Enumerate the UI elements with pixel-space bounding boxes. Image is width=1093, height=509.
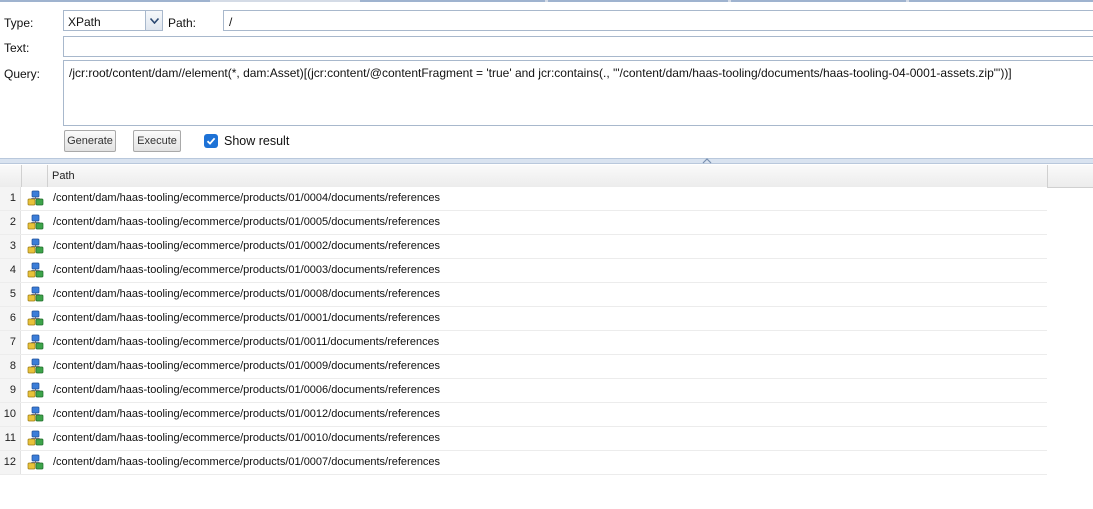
icon-column-header: [21, 165, 48, 187]
tab-indicator: [360, 0, 545, 2]
row-number: 5: [0, 283, 21, 306]
table-row[interactable]: 9/content/dam/haas-tooling/ecommerce/pro…: [0, 379, 1047, 403]
node-icon: [27, 214, 44, 231]
row-path[interactable]: /content/dam/haas-tooling/ecommerce/prod…: [53, 355, 440, 378]
top-tab-strip: [0, 0, 1093, 2]
table-row[interactable]: 6/content/dam/haas-tooling/ecommerce/pro…: [0, 307, 1047, 331]
row-number: 2: [0, 211, 21, 234]
node-icon: [27, 190, 44, 207]
node-icon: [27, 262, 44, 279]
row-number-header: [0, 165, 22, 187]
row-path[interactable]: /content/dam/haas-tooling/ecommerce/prod…: [53, 331, 439, 354]
query-textarea[interactable]: /jcr:root/content/dam//element(*, dam:As…: [63, 60, 1093, 126]
node-icon: [27, 430, 44, 447]
node-icon: [27, 310, 44, 327]
node-icon: [27, 334, 44, 351]
row-number: 9: [0, 379, 21, 402]
table-row[interactable]: 8/content/dam/haas-tooling/ecommerce/pro…: [0, 355, 1047, 379]
table-row[interactable]: 4/content/dam/haas-tooling/ecommerce/pro…: [0, 259, 1047, 283]
text-label: Text:: [4, 41, 30, 55]
panel-splitter[interactable]: [0, 158, 1093, 164]
tab-indicator: [731, 0, 906, 2]
node-icon: [27, 406, 44, 423]
path-label: Path:: [168, 16, 197, 30]
type-select-value: XPath: [68, 15, 101, 29]
node-icon: [27, 382, 44, 399]
table-row[interactable]: 3/content/dam/haas-tooling/ecommerce/pro…: [0, 235, 1047, 259]
table-row[interactable]: 10/content/dam/haas-tooling/ecommerce/pr…: [0, 403, 1047, 427]
row-path[interactable]: /content/dam/haas-tooling/ecommerce/prod…: [53, 211, 440, 234]
type-select[interactable]: XPath: [63, 10, 163, 31]
table-row[interactable]: 2/content/dam/haas-tooling/ecommerce/pro…: [0, 211, 1047, 235]
tab-indicator: [0, 0, 210, 2]
path-column-header[interactable]: Path: [47, 165, 1048, 187]
row-path[interactable]: /content/dam/haas-tooling/ecommerce/prod…: [53, 451, 440, 474]
table-row[interactable]: 12/content/dam/haas-tooling/ecommerce/pr…: [0, 451, 1047, 475]
row-number: 8: [0, 355, 21, 378]
generate-button[interactable]: Generate: [64, 130, 116, 152]
node-icon: [27, 238, 44, 255]
path-input[interactable]: /: [223, 10, 1093, 31]
row-path[interactable]: /content/dam/haas-tooling/ecommerce/prod…: [53, 379, 440, 402]
type-label: Type:: [4, 16, 34, 30]
node-icon: [27, 358, 44, 375]
collapse-arrow-icon[interactable]: [700, 158, 714, 164]
tab-indicator: [548, 0, 728, 2]
text-input[interactable]: [63, 36, 1093, 57]
row-path[interactable]: /content/dam/haas-tooling/ecommerce/prod…: [53, 427, 440, 450]
grid-header: Path: [0, 165, 1093, 188]
chevron-down-icon[interactable]: [145, 11, 162, 30]
row-path[interactable]: /content/dam/haas-tooling/ecommerce/prod…: [53, 283, 440, 306]
execute-button[interactable]: Execute: [133, 130, 181, 152]
row-number: 1: [0, 187, 21, 210]
row-path[interactable]: /content/dam/haas-tooling/ecommerce/prod…: [53, 187, 440, 210]
row-path[interactable]: /content/dam/haas-tooling/ecommerce/prod…: [53, 307, 440, 330]
row-number: 11: [0, 427, 21, 450]
row-number: 6: [0, 307, 21, 330]
node-icon: [27, 286, 44, 303]
checkmark-icon: [206, 137, 216, 145]
tab-indicator: [909, 0, 1093, 2]
row-path[interactable]: /content/dam/haas-tooling/ecommerce/prod…: [53, 403, 440, 426]
table-row[interactable]: 11/content/dam/haas-tooling/ecommerce/pr…: [0, 427, 1047, 451]
node-icon: [27, 454, 44, 471]
path-column-label: Path: [52, 170, 75, 182]
row-number: 3: [0, 235, 21, 258]
row-number: 4: [0, 259, 21, 282]
query-label: Query:: [4, 67, 41, 81]
table-row[interactable]: 1/content/dam/haas-tooling/ecommerce/pro…: [0, 187, 1047, 211]
path-input-value: /: [229, 15, 233, 29]
row-number: 7: [0, 331, 21, 354]
table-row[interactable]: 5/content/dam/haas-tooling/ecommerce/pro…: [0, 283, 1047, 307]
row-number: 12: [0, 451, 21, 474]
row-path[interactable]: /content/dam/haas-tooling/ecommerce/prod…: [53, 235, 440, 258]
query-textarea-value: /jcr:root/content/dam//element(*, dam:As…: [69, 66, 1012, 80]
table-row[interactable]: 7/content/dam/haas-tooling/ecommerce/pro…: [0, 331, 1047, 355]
show-result-label[interactable]: Show result: [224, 134, 289, 148]
row-path[interactable]: /content/dam/haas-tooling/ecommerce/prod…: [53, 259, 440, 282]
show-result-checkbox[interactable]: [204, 134, 218, 148]
row-number: 10: [0, 403, 21, 426]
